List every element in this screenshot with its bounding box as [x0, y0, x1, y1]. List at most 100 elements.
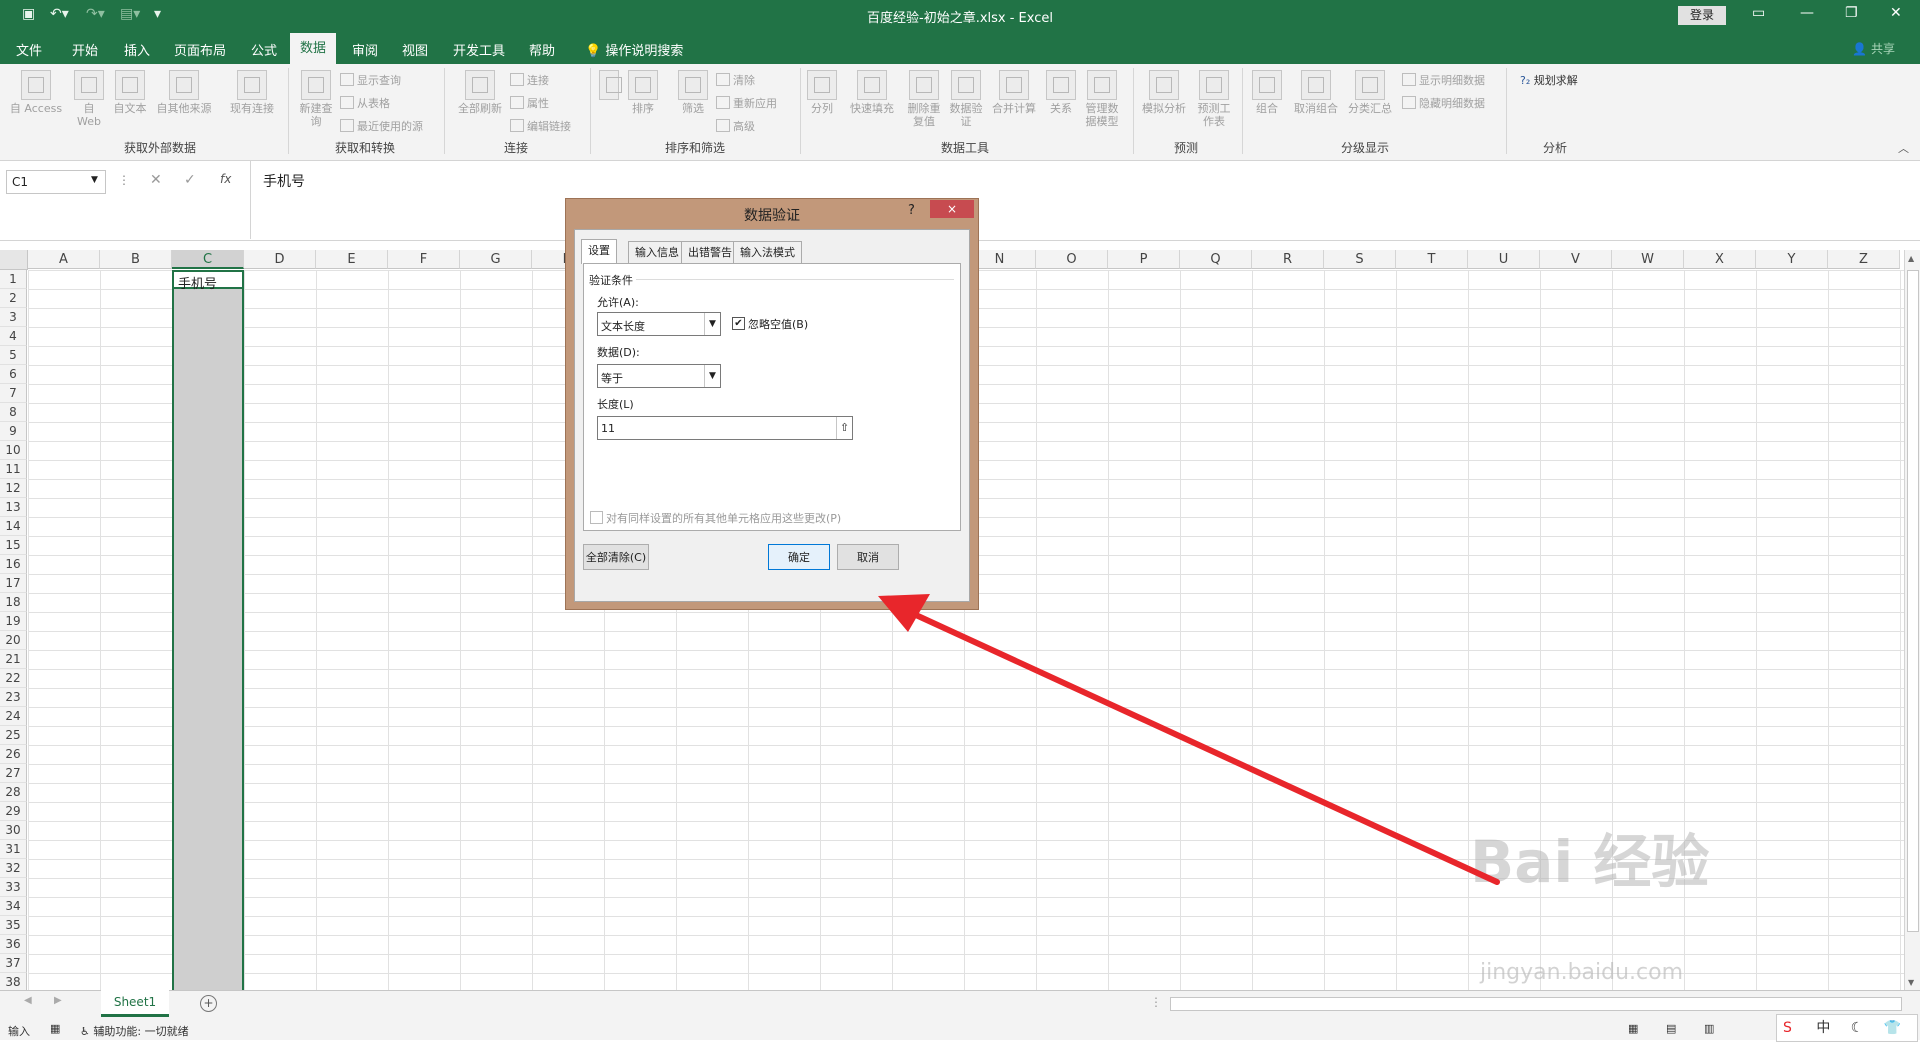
forecast-sheet-button[interactable]: 预测工作表 [1194, 70, 1234, 128]
show-queries-button[interactable]: 显示查询 [340, 72, 401, 88]
existing-connections-button[interactable]: 现有连接 [224, 70, 280, 115]
close-window-icon[interactable]: ✕ [1890, 5, 1902, 21]
row-header-35[interactable]: 35 [0, 916, 27, 935]
row-header-24[interactable]: 24 [0, 707, 27, 726]
column-header-w[interactable]: W [1612, 250, 1684, 269]
tell-me-search[interactable]: 💡 操作说明搜索 [585, 40, 683, 59]
column-header-t[interactable]: T [1396, 250, 1468, 269]
row-header-27[interactable]: 27 [0, 764, 27, 783]
column-header-v[interactable]: V [1540, 250, 1612, 269]
column-header-e[interactable]: E [316, 250, 388, 269]
row-header-1[interactable]: 1 [0, 270, 27, 289]
sort-button[interactable]: 排序 [626, 70, 660, 115]
select-all-corner[interactable] [0, 250, 28, 270]
recent-sources-button[interactable]: 最近使用的源 [340, 118, 423, 134]
row-header-21[interactable]: 21 [0, 650, 27, 669]
cancel-entry-icon[interactable]: ✕ [150, 172, 162, 188]
prev-sheet-icon[interactable]: ◀ [24, 995, 32, 1006]
collapse-ribbon-icon[interactable]: ︿ [1898, 140, 1909, 156]
allow-select[interactable]: 文本长度 ▼ [597, 312, 721, 336]
ok-button[interactable]: 确定 [768, 544, 830, 570]
row-header-11[interactable]: 11 [0, 460, 27, 479]
login-button[interactable]: 登录 [1678, 6, 1726, 25]
new-query-button[interactable]: 新建查询 [296, 70, 336, 128]
tab-help[interactable]: 帮助 [529, 40, 555, 59]
properties-button[interactable]: 属性 [510, 95, 549, 111]
row-header-25[interactable]: 25 [0, 726, 27, 745]
apply-all-checkbox[interactable] [590, 511, 603, 524]
row-header-6[interactable]: 6 [0, 365, 27, 384]
subtotal-button[interactable]: 分类汇总 [1344, 70, 1396, 115]
tab-page-layout[interactable]: 页面布局 [174, 40, 226, 59]
sheet-tab-sheet1[interactable]: Sheet1 [101, 990, 169, 1017]
row-header-26[interactable]: 26 [0, 745, 27, 764]
length-input[interactable]: 11 ⇧ [597, 416, 853, 440]
normal-view-icon[interactable]: ▦ [1628, 1022, 1638, 1035]
row-header-38[interactable]: 38 [0, 973, 27, 990]
page-break-view-icon[interactable]: ▥ [1704, 1022, 1714, 1035]
column-header-z[interactable]: Z [1828, 250, 1900, 269]
ribbon-display-icon[interactable]: ▭ [1752, 5, 1765, 21]
tab-home[interactable]: 开始 [72, 40, 98, 59]
row-header-17[interactable]: 17 [0, 574, 27, 593]
row-header-19[interactable]: 19 [0, 612, 27, 631]
row-header-7[interactable]: 7 [0, 384, 27, 403]
flash-fill-button[interactable]: 快速填充 [846, 70, 898, 115]
sort-az-button[interactable] [598, 70, 622, 102]
row-header-33[interactable]: 33 [0, 878, 27, 897]
filter-button[interactable]: 筛选 [676, 70, 710, 115]
share-button[interactable]: 👤 共享 [1852, 40, 1895, 57]
row-header-4[interactable]: 4 [0, 327, 27, 346]
solver-button[interactable]: ?₂ 规划求解 [1520, 72, 1578, 88]
manage-data-model-button[interactable]: 管理数据模型 [1082, 70, 1122, 128]
restore-icon[interactable]: ❐ [1845, 5, 1858, 21]
row-header-15[interactable]: 15 [0, 536, 27, 555]
remove-duplicates-button[interactable]: 删除重复值 [904, 70, 944, 128]
collapse-dialog-icon[interactable]: ⇧ [836, 417, 852, 439]
row-header-37[interactable]: 37 [0, 954, 27, 973]
ungroup-button[interactable]: 取消组合 [1290, 70, 1342, 115]
tab-settings[interactable]: 设置 [581, 239, 617, 264]
from-other-sources-button[interactable]: 自其他来源 [152, 70, 216, 115]
column-header-u[interactable]: U [1468, 250, 1540, 269]
ime-toolbar[interactable]: S 中 ☾ 👕 [1776, 1014, 1918, 1042]
name-box[interactable]: C1 ▼ [6, 170, 106, 194]
row-header-29[interactable]: 29 [0, 802, 27, 821]
row-header-32[interactable]: 32 [0, 859, 27, 878]
clear-all-button[interactable]: 全部清除(C) [583, 544, 649, 570]
row-header-30[interactable]: 30 [0, 821, 27, 840]
reapply-button[interactable]: 重新应用 [716, 95, 777, 111]
tab-error-alert[interactable]: 出错警告 [681, 241, 739, 263]
data-select[interactable]: 等于 ▼ [597, 364, 721, 388]
row-header-10[interactable]: 10 [0, 441, 27, 460]
tab-input-message[interactable]: 输入信息 [628, 241, 686, 263]
help-icon[interactable]: ? [908, 203, 915, 218]
column-header-s[interactable]: S [1324, 250, 1396, 269]
column-header-x[interactable]: X [1684, 250, 1756, 269]
relationships-button[interactable]: 关系 [1044, 70, 1078, 115]
clear-filter-button[interactable]: 清除 [716, 72, 755, 88]
split-handle-icon[interactable]: ⋮ [1150, 995, 1162, 1009]
from-text-button[interactable]: 自文本 [110, 70, 150, 115]
vertical-scroll-thumb[interactable] [1907, 270, 1919, 932]
column-header-a[interactable]: A [28, 250, 100, 269]
row-header-2[interactable]: 2 [0, 289, 27, 308]
show-detail-button[interactable]: 显示明细数据 [1402, 72, 1485, 88]
scroll-up-icon[interactable]: ▲ [1908, 254, 1914, 263]
edit-links-button[interactable]: 编辑链接 [510, 118, 571, 134]
tab-data[interactable]: 数据 [290, 33, 337, 64]
add-sheet-icon[interactable]: + [200, 995, 217, 1012]
scroll-down-icon[interactable]: ▼ [1908, 978, 1914, 987]
horizontal-scrollbar[interactable] [1170, 997, 1902, 1011]
group-button[interactable]: 组合 [1250, 70, 1284, 115]
row-header-8[interactable]: 8 [0, 403, 27, 422]
confirm-entry-icon[interactable]: ✓ [184, 172, 196, 188]
connections-button[interactable]: 连接 [510, 72, 549, 88]
row-header-16[interactable]: 16 [0, 555, 27, 574]
row-header-12[interactable]: 12 [0, 479, 27, 498]
from-web-button[interactable]: 自 Web [72, 70, 106, 128]
tab-ime-mode[interactable]: 输入法模式 [733, 241, 802, 263]
insert-function-icon[interactable]: fx [220, 172, 231, 186]
tab-insert[interactable]: 插入 [124, 40, 150, 59]
column-header-r[interactable]: R [1252, 250, 1324, 269]
